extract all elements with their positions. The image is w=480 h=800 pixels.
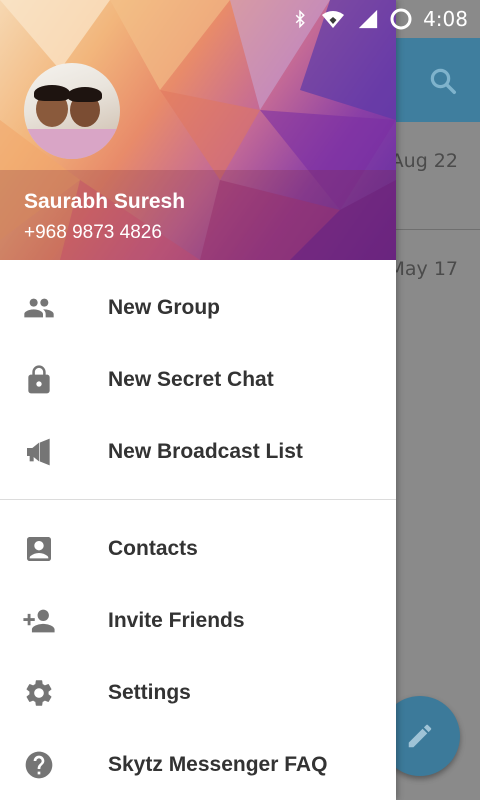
menu-item-new-group[interactable]: New Group — [0, 272, 396, 344]
gear-icon — [22, 676, 56, 710]
menu-item-label: Settings — [108, 681, 191, 704]
help-icon — [22, 748, 56, 782]
drawer-header: Saurabh Suresh +968 9873 4826 — [0, 0, 396, 260]
menu-item-new-secret-chat[interactable]: New Secret Chat — [0, 344, 396, 416]
menu-item-label: Invite Friends — [108, 609, 245, 632]
menu-item-faq[interactable]: Skytz Messenger FAQ — [0, 729, 396, 800]
group-icon — [22, 291, 56, 325]
menu-item-invite-friends[interactable]: Invite Friends — [0, 585, 396, 657]
menu-item-label: New Secret Chat — [108, 368, 274, 391]
menu-item-label: New Group — [108, 296, 221, 319]
menu-item-settings[interactable]: Settings — [0, 657, 396, 729]
profile-phone: +968 9873 4826 — [24, 222, 162, 243]
menu-item-new-broadcast-list[interactable]: New Broadcast List — [0, 416, 396, 488]
menu-item-contacts[interactable]: Contacts — [0, 513, 396, 585]
battery-charging-icon — [390, 8, 412, 30]
status-bar: 4:08 — [0, 0, 480, 38]
menu-item-label: New Broadcast List — [108, 440, 303, 463]
signal-icon — [358, 9, 378, 29]
menu-divider — [0, 499, 396, 500]
menu-item-label: Contacts — [108, 537, 198, 560]
chat-date: May 17 — [388, 258, 459, 280]
profile-name: Saurabh Suresh — [24, 190, 186, 213]
avatar[interactable] — [24, 63, 120, 159]
chat-divider — [396, 229, 480, 230]
status-time: 4:08 — [423, 7, 468, 31]
contact-icon — [22, 532, 56, 566]
lock-icon — [22, 363, 56, 397]
menu-item-label: Skytz Messenger FAQ — [108, 753, 328, 776]
chat-date: Aug 22 — [390, 150, 458, 172]
megaphone-icon — [22, 435, 56, 469]
pencil-icon — [408, 724, 432, 748]
wifi-icon — [322, 11, 345, 28]
navigation-drawer: Saurabh Suresh +968 9873 4826 New Group … — [0, 0, 396, 800]
bluetooth-icon — [295, 9, 305, 29]
search-icon[interactable] — [428, 66, 458, 96]
add-person-icon — [22, 604, 56, 638]
